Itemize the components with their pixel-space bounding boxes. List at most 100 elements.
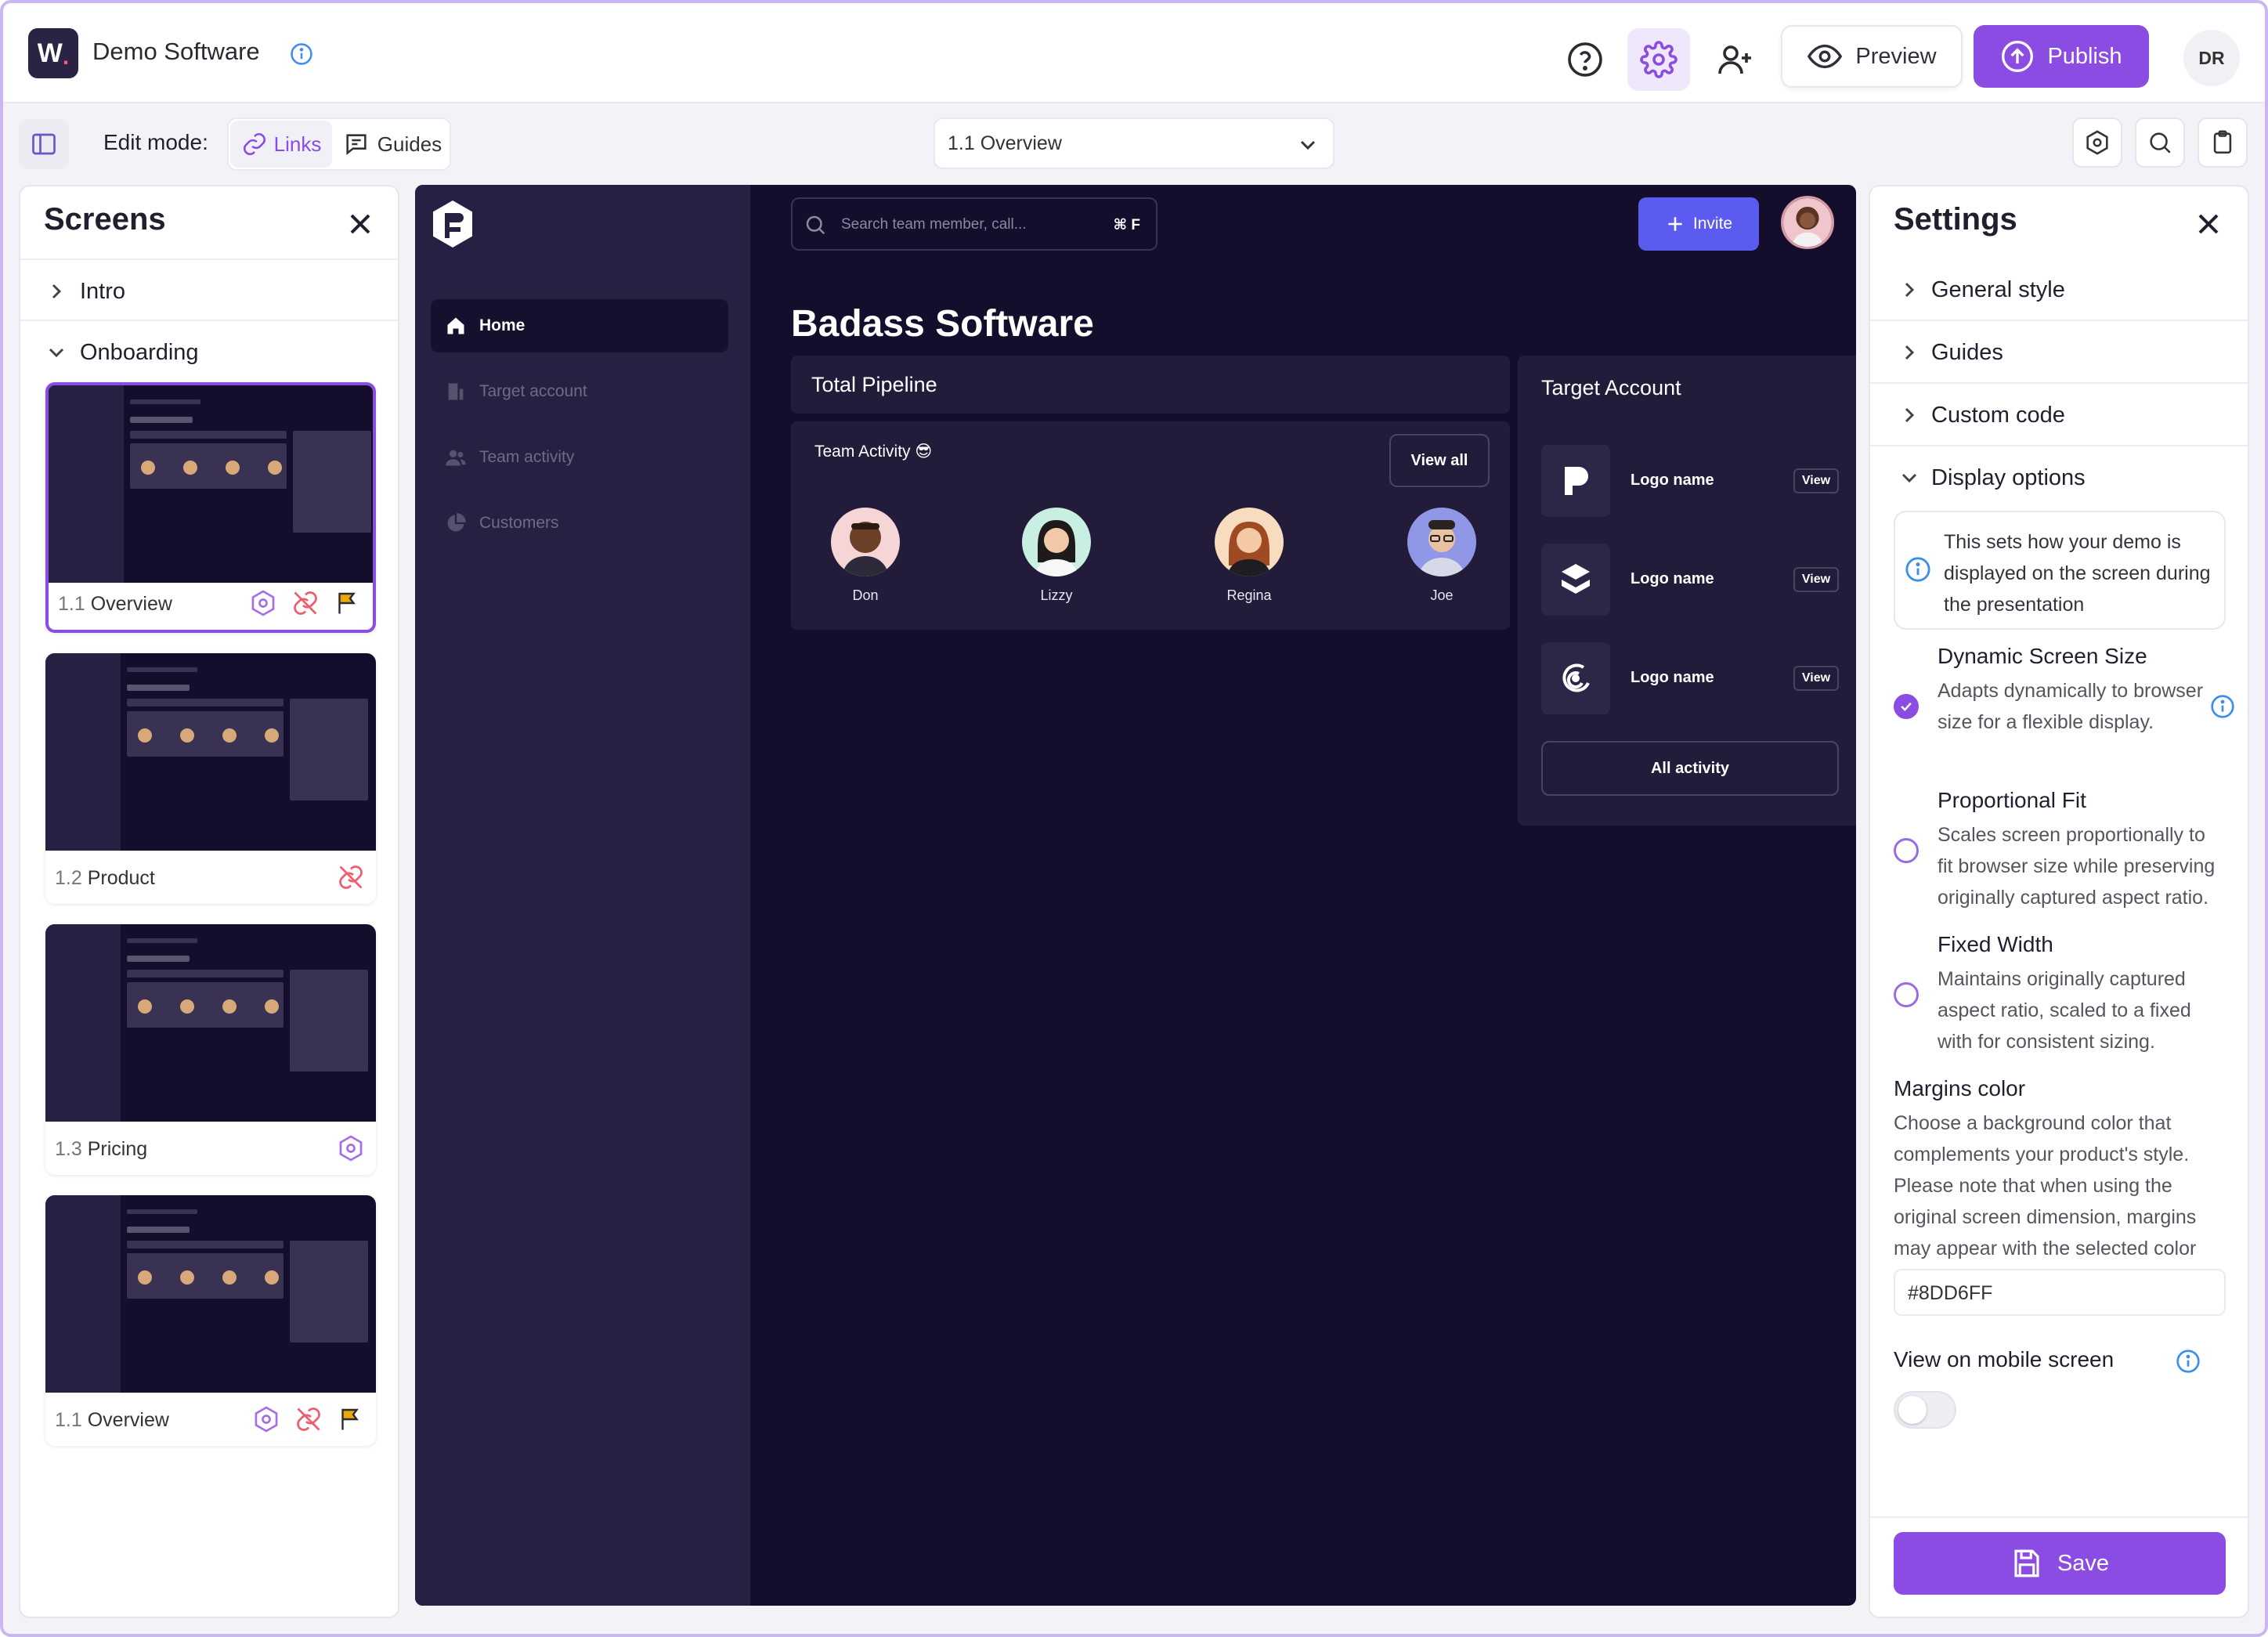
view-all-button[interactable]: View all <box>1389 434 1490 487</box>
section-display-options[interactable]: Display options <box>1870 446 2248 509</box>
settings-title: Settings <box>1894 202 2017 237</box>
view-account-button[interactable]: View <box>1793 468 1839 493</box>
sidebar-icon <box>32 133 56 155</box>
team-activity-card: Team Activity 😎 View all Don Lizzy Regin… <box>791 421 1510 630</box>
member-don[interactable]: Don <box>822 508 908 604</box>
footer-divider <box>1870 1516 2248 1518</box>
publish-label: Publish <box>2047 43 2122 69</box>
screen-label: 1.1 Overview <box>58 593 172 615</box>
radio-proportional-fit[interactable] <box>1894 838 1919 863</box>
info-icon[interactable] <box>2210 694 2235 719</box>
invite-button[interactable]: Invite <box>1638 197 1759 251</box>
nav-home[interactable]: Home <box>431 299 728 352</box>
member-joe[interactable]: Joe <box>1399 508 1485 604</box>
member-regina[interactable]: Regina <box>1206 508 1292 604</box>
screen-thumbnail <box>49 385 373 583</box>
margins-color-input[interactable]: #8DD6FF <box>1894 1269 2226 1316</box>
unlink-icon[interactable] <box>337 863 365 891</box>
radio-dynamic-screen-size[interactable] <box>1894 694 1919 719</box>
nav-customers[interactable]: Customers <box>431 497 728 550</box>
swirl-logo-icon <box>1562 663 1590 692</box>
member-lizzy[interactable]: Lizzy <box>1013 508 1100 604</box>
demo-title: Demo Software <box>92 38 260 65</box>
screen-status-icons <box>337 1134 365 1162</box>
all-activity-button[interactable]: All activity <box>1541 741 1839 796</box>
clipboard-button[interactable] <box>2198 117 2248 168</box>
view-account-button[interactable]: View <box>1793 666 1839 691</box>
gear-icon <box>1640 41 1678 78</box>
flag-icon[interactable] <box>337 1405 365 1433</box>
demo-sidebar: Home Target account Team activity Custom… <box>415 185 750 1606</box>
close-icon[interactable] <box>2191 207 2226 241</box>
screen-card[interactable]: 1.3 Pricing <box>45 924 376 1175</box>
app-window: W. Demo Software Preview Publish DR Edit… <box>0 0 2268 1637</box>
nav-team-activity[interactable]: Team activity <box>431 431 728 484</box>
view-account-button[interactable]: View <box>1793 567 1839 592</box>
demo-user-avatar[interactable] <box>1781 196 1834 249</box>
app-logo[interactable]: W. <box>28 28 78 78</box>
margins-color-description: Choose a background color that complemen… <box>1894 1112 2197 1259</box>
edit-mode-guides[interactable]: Guides <box>335 121 450 168</box>
publish-button[interactable]: Publish <box>1974 25 2149 88</box>
pie-chart-icon <box>447 513 466 532</box>
settings-button[interactable] <box>1627 28 1690 91</box>
radio-fixed-width[interactable] <box>1894 982 1919 1007</box>
chevron-right-icon <box>52 284 62 299</box>
screen-thumbnail <box>45 924 376 1122</box>
search-button[interactable] <box>2135 117 2185 168</box>
account-row[interactable]: Logo name View <box>1541 642 1839 714</box>
help-button[interactable] <box>1554 28 1616 91</box>
product-logo-icon <box>433 201 472 248</box>
mobile-screen-toggle[interactable] <box>1894 1391 1956 1429</box>
hex-icon[interactable] <box>337 1134 365 1162</box>
home-icon <box>447 317 464 334</box>
screen-dropdown[interactable]: 1.1 Overview <box>934 117 1334 169</box>
screen-card[interactable]: 1.2 Product <box>45 653 376 904</box>
info-icon[interactable] <box>290 42 313 66</box>
building-icon <box>448 383 464 400</box>
toggle-sidebar-button[interactable] <box>19 119 69 169</box>
screen-status-icons <box>337 863 365 891</box>
display-info-box: This sets how your demo is displayed on … <box>1894 511 2226 630</box>
team-activity-title: Team Activity 😎 <box>814 443 933 461</box>
account-row[interactable]: Logo name View <box>1541 445 1839 517</box>
info-icon[interactable] <box>2176 1349 2201 1374</box>
clipboard-icon <box>2213 130 2232 154</box>
save-button[interactable]: Save <box>1894 1532 2226 1595</box>
flag-icon[interactable] <box>334 589 362 617</box>
edit-mode-links[interactable]: Links <box>230 121 332 168</box>
user-avatar[interactable]: DR <box>2183 30 2240 86</box>
screen-card[interactable]: 1.1 Overview <box>45 1195 376 1446</box>
save-icon <box>2014 1549 2039 1577</box>
add-user-button[interactable] <box>1704 28 1767 91</box>
hex-icon[interactable] <box>249 589 277 617</box>
section-general-style[interactable]: General style <box>1870 258 2248 321</box>
edit-toolbar: Edit mode: Links Guides 1.1 Overview <box>3 105 2265 180</box>
unlink-icon[interactable] <box>294 1405 323 1433</box>
demo-screen-canvas[interactable]: Home Target account Team activity Custom… <box>415 185 1856 1606</box>
nav-target-account[interactable]: Target account <box>431 365 728 418</box>
section-onboarding[interactable]: Onboarding <box>20 321 398 384</box>
layers-logo-icon <box>1562 564 1590 594</box>
margins-color-title: Margins color <box>1894 1076 2026 1100</box>
account-row[interactable]: Logo name View <box>1541 544 1839 616</box>
top-bar: W. Demo Software Preview Publish DR <box>3 3 2265 103</box>
guide-icon <box>346 134 367 155</box>
demo-search-input[interactable]: Search team member, call... ⌘ F <box>791 197 1157 251</box>
unlink-icon[interactable] <box>291 589 320 617</box>
screen-label: 1.2 Product <box>55 867 155 889</box>
link-icon <box>243 132 265 156</box>
hex-icon <box>2086 130 2108 155</box>
close-icon[interactable] <box>343 207 377 241</box>
hotspot-button[interactable] <box>2072 117 2122 168</box>
demo-page-title: Badass Software <box>791 303 1094 345</box>
section-guides[interactable]: Guides <box>1870 321 2248 384</box>
users-icon <box>446 450 466 466</box>
edit-mode-switch: Links Guides <box>227 117 451 171</box>
hex-icon[interactable] <box>252 1405 280 1433</box>
preview-button[interactable]: Preview <box>1781 25 1963 88</box>
screen-card[interactable]: 1.1 Overview <box>45 382 376 633</box>
section-intro[interactable]: Intro <box>20 258 398 321</box>
section-custom-code[interactable]: Custom code <box>1870 384 2248 446</box>
toggle-knob <box>1898 1396 1927 1424</box>
